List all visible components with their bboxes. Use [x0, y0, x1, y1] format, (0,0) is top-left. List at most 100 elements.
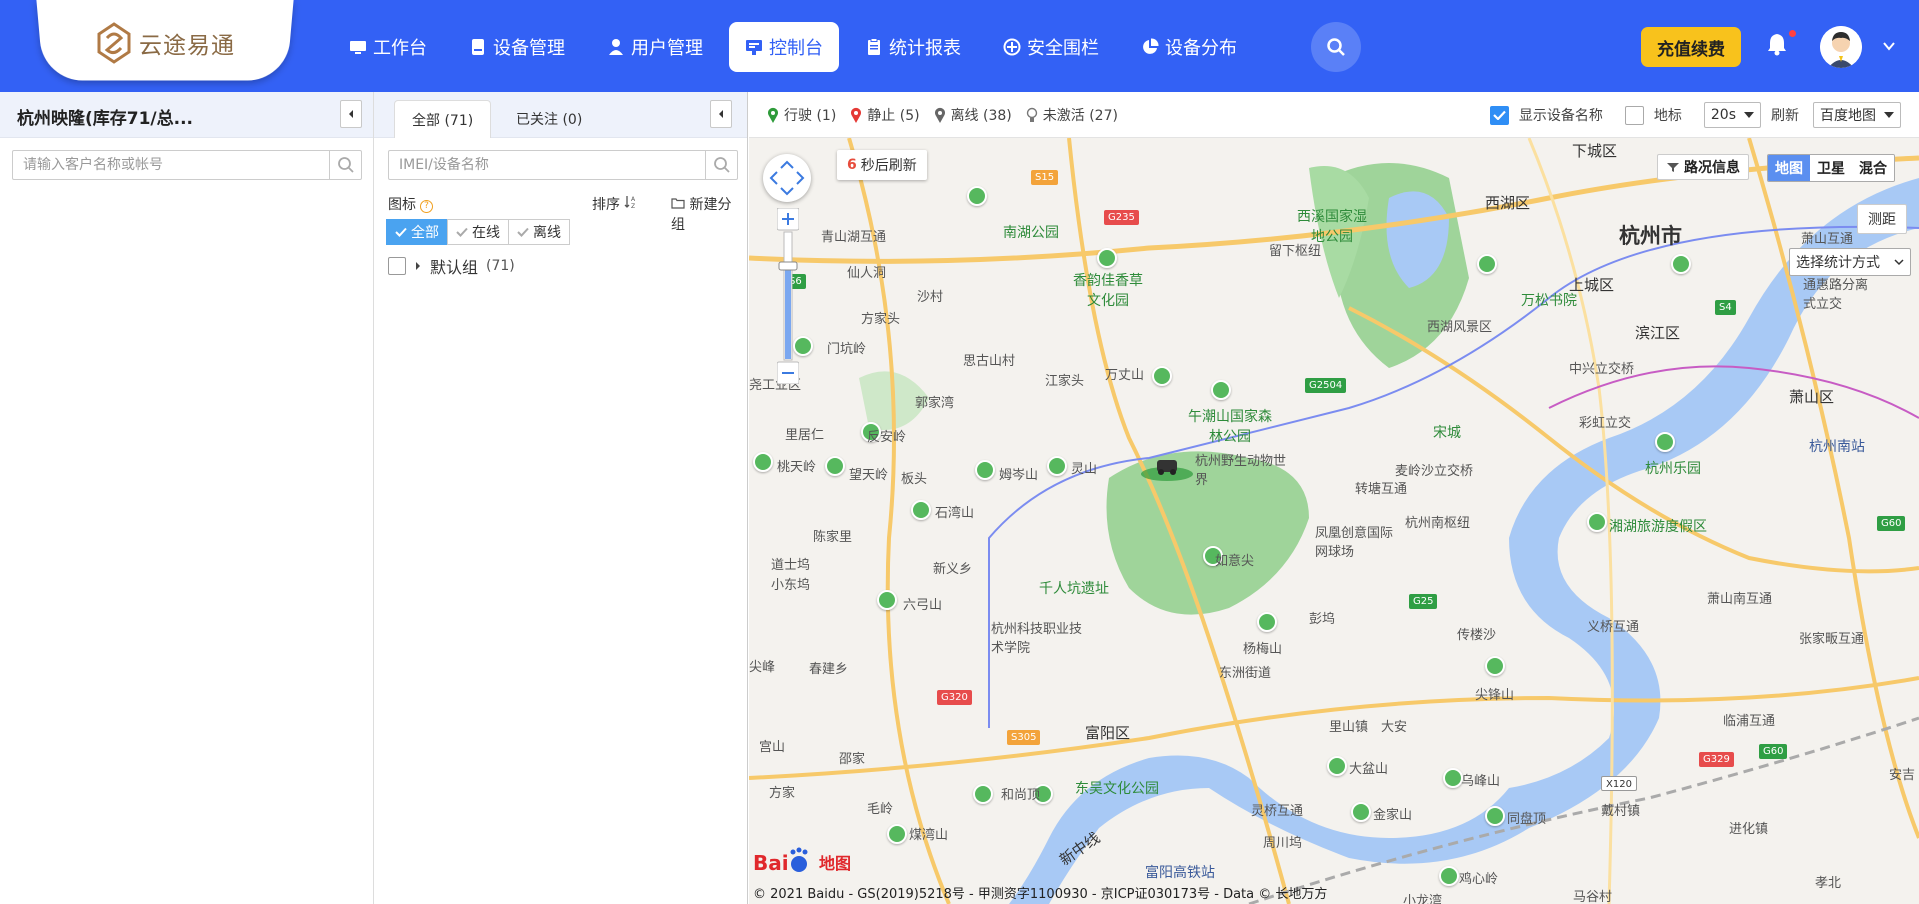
group-checkbox[interactable]	[388, 257, 406, 275]
show-device-name-checkbox[interactable]	[1489, 105, 1509, 125]
map-poi-marker[interactable]	[1477, 254, 1497, 274]
console-icon	[746, 40, 762, 55]
map-poi-marker[interactable]	[887, 824, 907, 844]
statistics-method-select[interactable]: 选择统计方式	[1789, 248, 1911, 276]
map-label: 门坑岭	[827, 342, 867, 357]
nav-item-user-management[interactable]: 用户管理	[591, 22, 719, 72]
filter-offline-button[interactable]: 离线	[508, 219, 570, 245]
map-poi-marker[interactable]	[1257, 612, 1277, 632]
global-search-button[interactable]	[1311, 22, 1361, 72]
map-poi-marker[interactable]	[975, 460, 995, 480]
device-panel: 全部 (71) 已关注 (0) 图标? 排序 AZ 新建分组 全部 在线	[374, 92, 748, 904]
nav-item-workbench[interactable]: 工作台	[333, 22, 443, 72]
filter-all-button[interactable]: 全部	[386, 219, 448, 245]
map-label: 小龙湾	[1403, 894, 1443, 904]
legend-stationary[interactable]: 静止 (5)	[850, 105, 920, 125]
map-poi-marker[interactable]	[1351, 802, 1371, 822]
map-poi-marker[interactable]	[1211, 380, 1231, 400]
map-label: 金家山	[1373, 808, 1413, 823]
filter-online-button[interactable]: 在线	[447, 219, 509, 245]
map-poi-marker[interactable]	[1655, 432, 1675, 452]
map-poi-marker[interactable]	[973, 784, 993, 804]
new-group-button[interactable]: 新建分组	[671, 194, 738, 234]
group-item-default[interactable]: 默认组 (71)	[388, 254, 515, 278]
map-label: 大盆山	[1349, 762, 1389, 777]
avatar[interactable]	[1820, 26, 1862, 68]
map-type-satellite[interactable]: 卫星	[1810, 155, 1852, 181]
map-poi-marker[interactable]	[1671, 254, 1691, 274]
vehicle-marker-icon[interactable]	[1139, 454, 1195, 482]
customer-search-input[interactable]	[13, 151, 361, 179]
chevron-down-icon[interactable]	[1881, 38, 1897, 54]
refresh-interval-select[interactable]: 20s	[1703, 102, 1761, 128]
map-poi-marker[interactable]	[1485, 656, 1505, 676]
map-provider-select[interactable]: 百度地图	[1813, 102, 1901, 128]
legend-inactive[interactable]: 未激活 (27)	[1026, 105, 1118, 125]
map-label: 反安岭	[867, 430, 907, 445]
legend-offline[interactable]: 离线 (38)	[934, 105, 1012, 125]
map-type-map[interactable]: 地图	[1768, 155, 1810, 181]
map-poi-marker[interactable]	[753, 452, 773, 472]
sort-button[interactable]: 排序 AZ	[592, 194, 638, 214]
map-poi-marker[interactable]	[1327, 756, 1347, 776]
icon-setting[interactable]: 图标?	[388, 197, 433, 213]
map-label: 道士坞	[771, 558, 811, 573]
help-icon[interactable]: ?	[420, 199, 433, 213]
filter-label: 离线	[533, 225, 561, 241]
landmark-checkbox[interactable]	[1624, 105, 1644, 125]
map-label: 万丈山	[1105, 368, 1145, 383]
nav-item-console[interactable]: 控制台	[729, 22, 839, 72]
nav-item-label: 工作台	[373, 38, 427, 59]
nav-item-label: 用户管理	[631, 38, 703, 59]
tab-followed[interactable]: 已关注 (0)	[499, 100, 599, 138]
brand-logo[interactable]: 云途易通	[95, 20, 235, 66]
map-type-hybrid[interactable]: 混合	[1852, 155, 1894, 181]
collapse-customer-panel-button[interactable]	[340, 100, 362, 128]
sort-label: 排序	[592, 197, 620, 213]
road-shield: S4	[1715, 300, 1736, 315]
road-shield: S15	[1031, 170, 1059, 185]
map-poi-marker[interactable]	[1485, 806, 1505, 826]
folder-icon	[671, 198, 685, 209]
map-poi-marker[interactable]	[1443, 768, 1463, 788]
map-poi-marker[interactable]	[911, 500, 931, 520]
map-canvas[interactable]: S15 G235 G2504 G25 G320 S305 G329 G60 S4…	[749, 138, 1919, 904]
map-label: 姆岑山	[999, 468, 1039, 483]
nav-item-geofence[interactable]: 安全围栏	[987, 22, 1115, 72]
map-label: 安吉	[1889, 768, 1916, 783]
map-poi-marker[interactable]	[967, 186, 987, 206]
map-poi-marker[interactable]	[825, 456, 845, 476]
map-poi-marker[interactable]	[1152, 366, 1172, 386]
map-label: 下城区	[1572, 142, 1618, 160]
map-label: 煤湾山	[909, 828, 949, 843]
refresh-text: 秒后刷新	[860, 158, 917, 174]
nav-item-device-distribution[interactable]: 设备分布	[1125, 22, 1253, 72]
recharge-button[interactable]: 充值续费	[1641, 27, 1741, 67]
map-poi-marker[interactable]	[1587, 512, 1607, 532]
status-filter: 全部 在线 离线	[386, 219, 570, 245]
bulb-icon	[1026, 107, 1037, 122]
map-label: 东吴文化公园	[1075, 781, 1159, 797]
device-search-button[interactable]	[705, 151, 737, 179]
measure-distance-button[interactable]: 测距	[1857, 204, 1907, 234]
map-label: 滨江区	[1635, 324, 1681, 342]
collapse-device-panel-button[interactable]	[710, 100, 732, 128]
caret-right-icon[interactable]	[414, 261, 422, 271]
pin-green-icon	[768, 107, 778, 123]
bell-icon[interactable]	[1766, 32, 1788, 56]
map-poi-marker[interactable]	[1047, 456, 1067, 476]
nav-item-reports[interactable]: 统计报表	[849, 22, 977, 72]
nav-item-device-management[interactable]: 设备管理	[453, 22, 581, 72]
landmark-label: 地标	[1653, 108, 1682, 124]
tab-all[interactable]: 全部 (71)	[394, 100, 492, 138]
map-pan-control[interactable]	[763, 154, 811, 202]
legend-driving[interactable]: 行驶 (1)	[767, 105, 836, 125]
device-search-input[interactable]	[389, 151, 737, 179]
map-poi-marker[interactable]	[1439, 866, 1459, 886]
map-label: 宋城	[1433, 425, 1461, 441]
customer-search-button[interactable]	[329, 151, 361, 179]
map-poi-marker[interactable]	[877, 590, 897, 610]
map-poi-marker[interactable]	[1097, 248, 1117, 268]
traffic-info-button[interactable]: 路况信息	[1657, 154, 1749, 180]
zoom-control[interactable]	[777, 208, 799, 384]
